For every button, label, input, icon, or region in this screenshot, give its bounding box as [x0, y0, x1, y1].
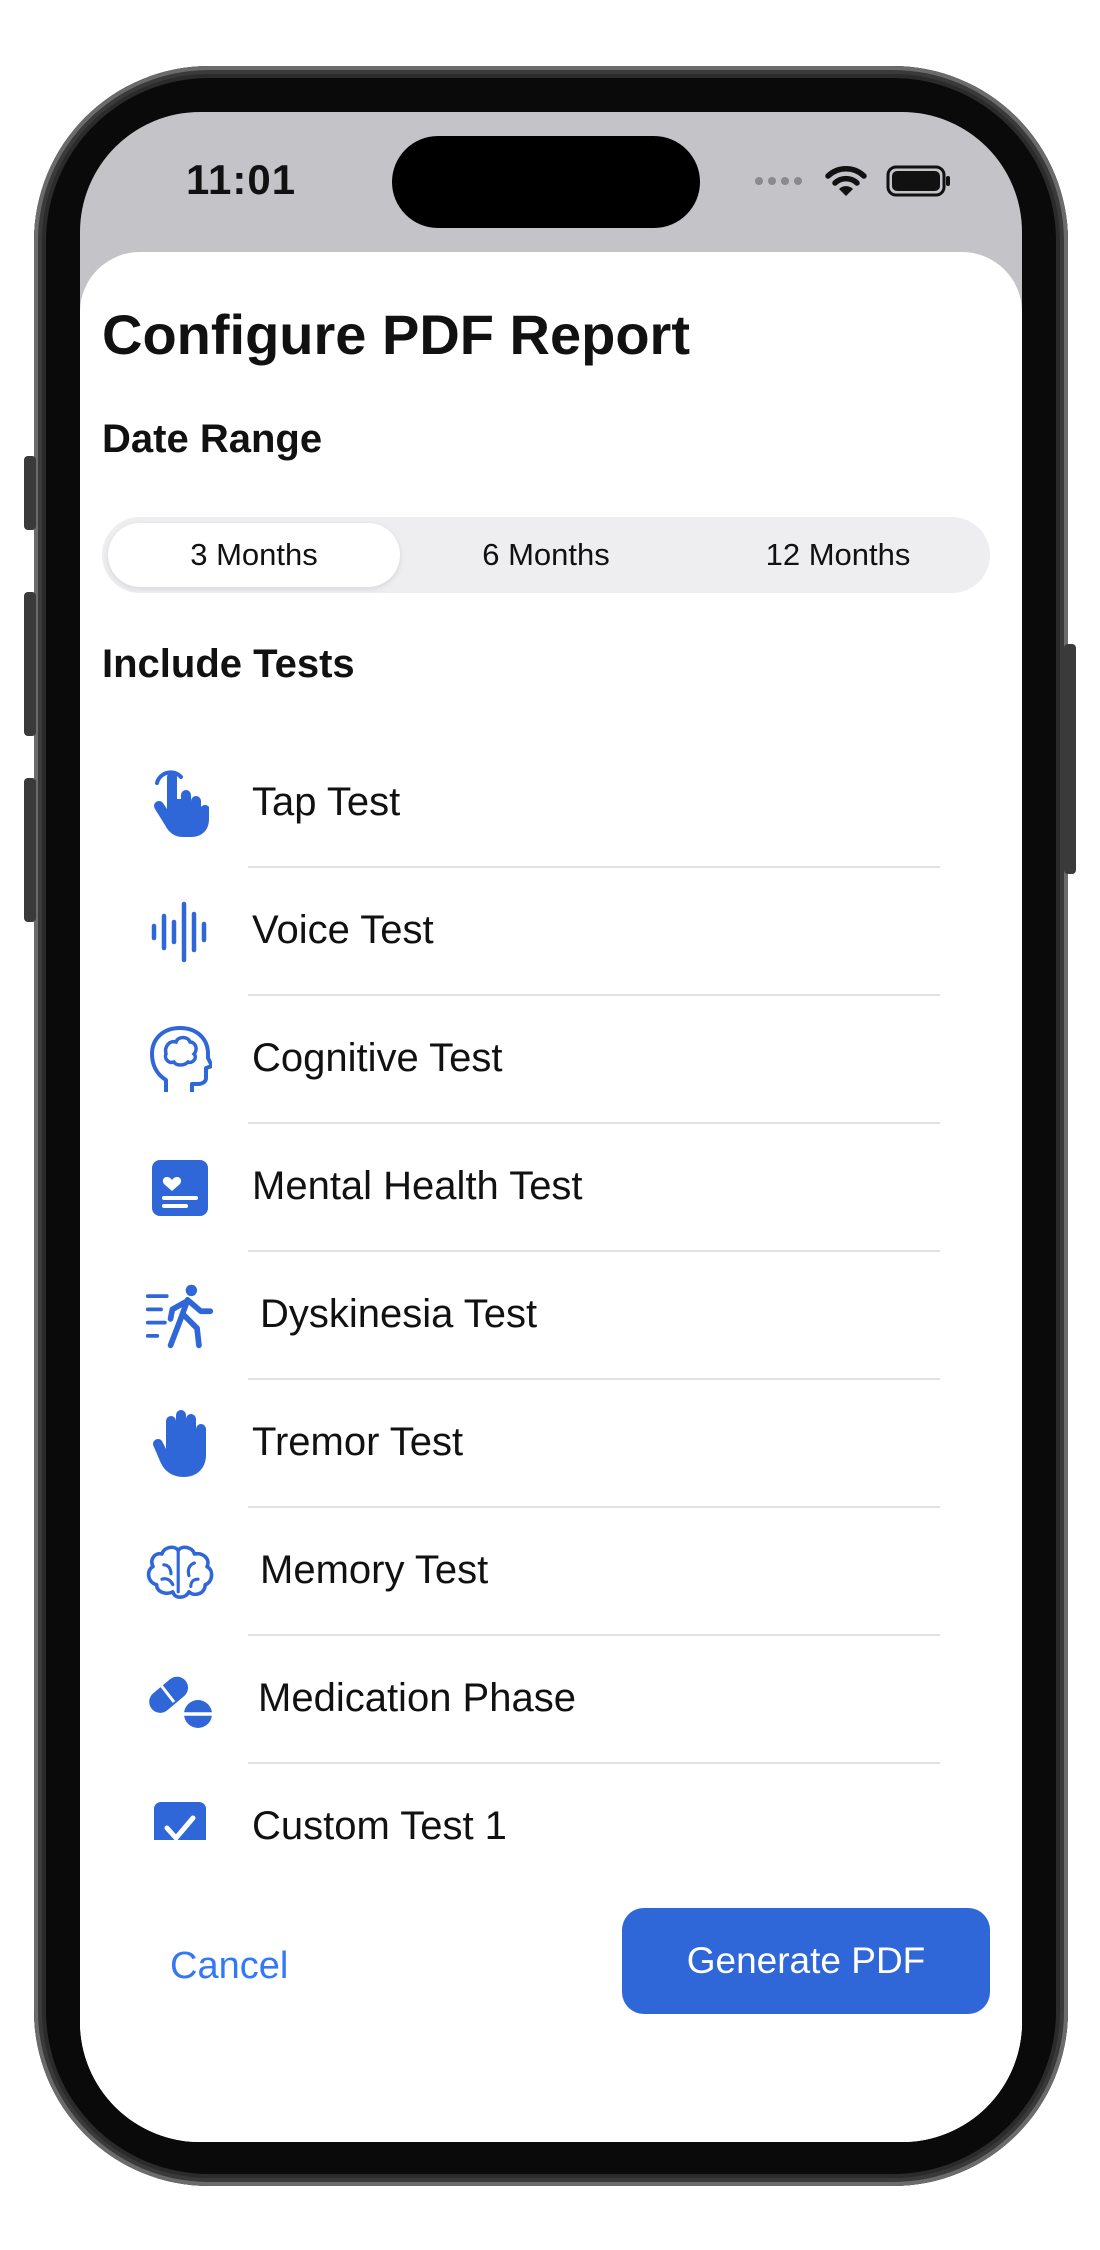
- hand-tap-icon: [144, 768, 216, 840]
- list-item-label: Dyskinesia Test: [260, 1292, 538, 1336]
- list-item-medication-phase[interactable]: Medication Phase: [80, 1636, 1022, 1764]
- list-item-tap-test[interactable]: Tap Test: [80, 740, 1022, 868]
- list-item-label: Custom Test 1: [252, 1804, 507, 1840]
- heart-text-square-icon: [144, 1152, 216, 1224]
- include-tests-heading: Include Tests: [102, 642, 355, 686]
- report-sheet: Configure PDF Report Date Range 3 Months…: [80, 252, 1022, 2142]
- brain-icon: [144, 1536, 216, 1608]
- list-item-mental-health-test[interactable]: Mental Health Test: [80, 1124, 1022, 1252]
- screen: 11:01 Configure PDF Report Date Range 3 …: [80, 112, 1022, 2142]
- volume-down-button: [24, 778, 36, 922]
- segment-12-months[interactable]: 12 Months: [692, 523, 984, 587]
- list-item-dyskinesia-test[interactable]: Dyskinesia Test: [80, 1252, 1022, 1380]
- wifi-icon: [825, 166, 867, 196]
- checkmark-square-icon: [144, 1792, 216, 1840]
- list-item-label: Mental Health Test: [252, 1164, 583, 1208]
- pills-icon: [144, 1664, 216, 1736]
- tests-list: Tap Test Voice Test Cognitive Test Menta…: [80, 740, 1022, 1840]
- signal-dots-icon: [755, 177, 802, 185]
- list-item-custom-test-1[interactable]: Custom Test 1: [80, 1764, 1022, 1840]
- date-range-segmented-control: 3 Months 6 Months 12 Months: [102, 517, 990, 593]
- hand-raised-icon: [144, 1408, 216, 1480]
- list-item-tremor-test[interactable]: Tremor Test: [80, 1380, 1022, 1508]
- date-range-heading: Date Range: [102, 417, 323, 461]
- segment-6-months[interactable]: 6 Months: [400, 523, 692, 587]
- list-item-label: Voice Test: [252, 908, 434, 952]
- status-bar: 11:01: [80, 112, 1022, 252]
- volume-up-button: [24, 592, 36, 736]
- waveform-icon: [144, 896, 216, 968]
- power-button: [1064, 644, 1076, 874]
- list-item-label: Cognitive Test: [252, 1036, 503, 1080]
- list-item-cognitive-test[interactable]: Cognitive Test: [80, 996, 1022, 1124]
- sheet-footer: Cancel Generate PDF: [80, 1852, 1022, 2142]
- status-time: 11:01: [186, 156, 297, 203]
- list-item-label: Medication Phase: [258, 1676, 576, 1720]
- dynamic-island: [392, 136, 700, 228]
- status-icons: [754, 164, 952, 198]
- figure-walk-motion-icon: [144, 1280, 216, 1352]
- page-title: Configure PDF Report: [102, 303, 690, 366]
- battery-icon: [886, 165, 950, 197]
- list-item-label: Memory Test: [260, 1548, 489, 1592]
- list-item-label: Tap Test: [252, 780, 401, 824]
- list-item-label: Tremor Test: [252, 1420, 464, 1464]
- segment-3-months[interactable]: 3 Months: [108, 523, 400, 587]
- head-brain-icon: [144, 1024, 216, 1096]
- generate-pdf-button[interactable]: Generate PDF: [622, 1908, 990, 2014]
- list-item-voice-test[interactable]: Voice Test: [80, 868, 1022, 996]
- list-item-memory-test[interactable]: Memory Test: [80, 1508, 1022, 1636]
- cancel-button[interactable]: Cancel: [164, 1944, 294, 1989]
- action-button: [24, 456, 36, 530]
